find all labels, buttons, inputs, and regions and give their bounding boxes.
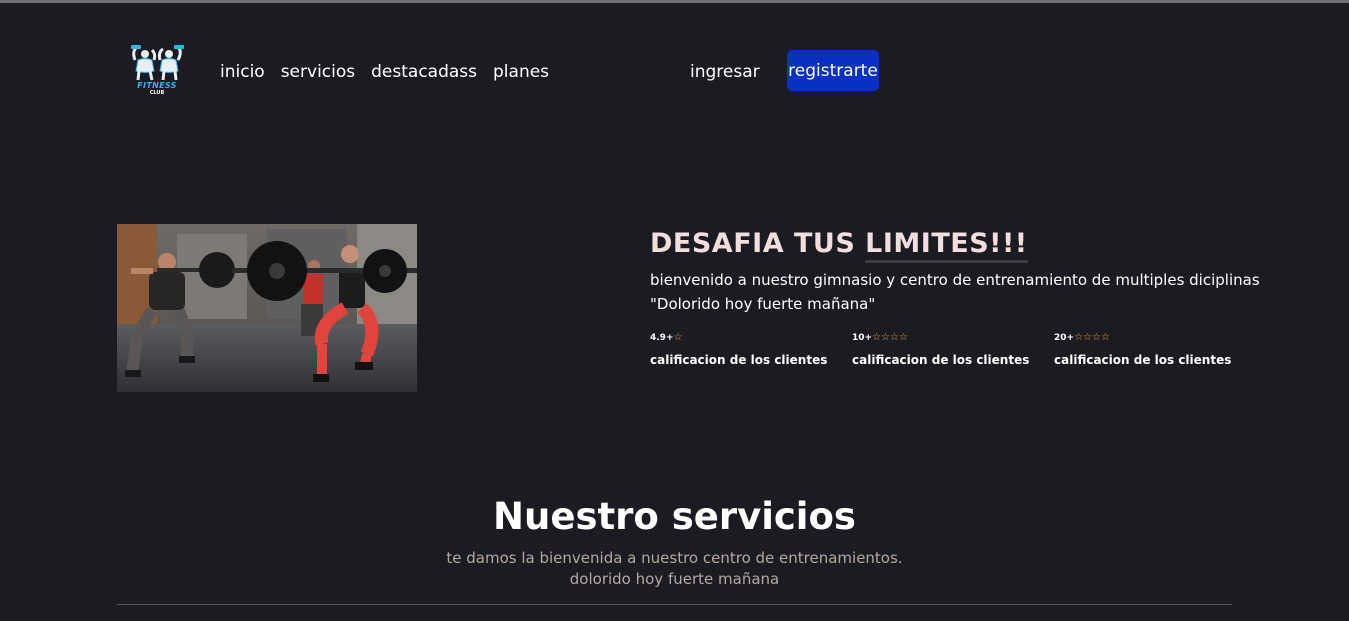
services-subtitle: te damos la bienvenida a nuestro centro … xyxy=(0,548,1349,590)
star-icons: ☆☆☆☆ xyxy=(872,332,908,343)
nav-link-servicios[interactable]: servicios xyxy=(281,60,355,84)
stat-label: calificacion de los clientes xyxy=(650,353,828,367)
nav-link-destacadas[interactable]: destacadass xyxy=(371,60,477,84)
hero-title: DESAFIA TUS LIMITES!!! xyxy=(650,226,1270,263)
stat-value: 10+ xyxy=(852,333,873,343)
hero-description-line1: bienvenido a nuestro gimnasio y centro d… xyxy=(650,271,1260,289)
hero-motto: "Dolorido hoy fuerte mañana" xyxy=(650,295,876,313)
hero-description: bienvenido a nuestro gimnasio y centro d… xyxy=(650,268,1270,316)
login-link[interactable]: ingresar xyxy=(690,60,760,84)
star-icons: ☆☆☆☆ xyxy=(1074,332,1110,343)
hero-title-part1: DESAFIA TUS xyxy=(650,228,866,259)
hero-text-block: DESAFIA TUS LIMITES!!! bienvenido a nues… xyxy=(650,226,1270,316)
section-divider xyxy=(117,604,1232,605)
gym-squat-photo-icon xyxy=(117,224,417,392)
services-subtitle-line2: dolorido hoy fuerte mañana xyxy=(569,570,780,588)
logo-wordmark: FITNESS xyxy=(137,81,177,90)
nav-link-planes[interactable]: planes xyxy=(493,60,549,84)
stat-value-row: 10+☆☆☆☆ xyxy=(852,332,1052,344)
fitness-club-logo[interactable]: FITNESS CLUB xyxy=(130,44,184,98)
stat-label: calificacion de los clientes xyxy=(852,353,1030,367)
hero-gym-photo xyxy=(117,224,417,392)
stat-label: calificacion de los clientes xyxy=(1054,353,1232,367)
star-icon: ☆ xyxy=(673,332,683,343)
stat-item: 4.9+☆ calificacion de los clientes xyxy=(650,332,850,367)
stat-value: 20+ xyxy=(1054,333,1075,343)
services-subtitle-line1: te damos la bienvenida a nuestro centro … xyxy=(446,549,903,567)
services-title: Nuestro servicios xyxy=(493,495,856,538)
stat-item: 10+☆☆☆☆ calificacion de los clientes xyxy=(852,332,1052,367)
stat-value-row: 20+☆☆☆☆ xyxy=(1054,332,1254,344)
logo-subtext: CLUB xyxy=(149,90,165,96)
stat-value-row: 4.9+☆ xyxy=(650,332,850,344)
register-button[interactable]: registrarte xyxy=(787,50,879,91)
hero-title-part2: LIMITES!!! xyxy=(865,228,1028,263)
bodybuilder-logo-icon xyxy=(131,45,184,81)
stat-item: 20+☆☆☆☆ calificacion de los clientes xyxy=(1054,332,1254,367)
nav-link-inicio[interactable]: inicio xyxy=(220,60,265,84)
main-nav: inicio servicios destacadass planes xyxy=(220,60,565,84)
browser-top-border xyxy=(0,0,1349,3)
stat-value: 4.9+ xyxy=(650,333,674,343)
